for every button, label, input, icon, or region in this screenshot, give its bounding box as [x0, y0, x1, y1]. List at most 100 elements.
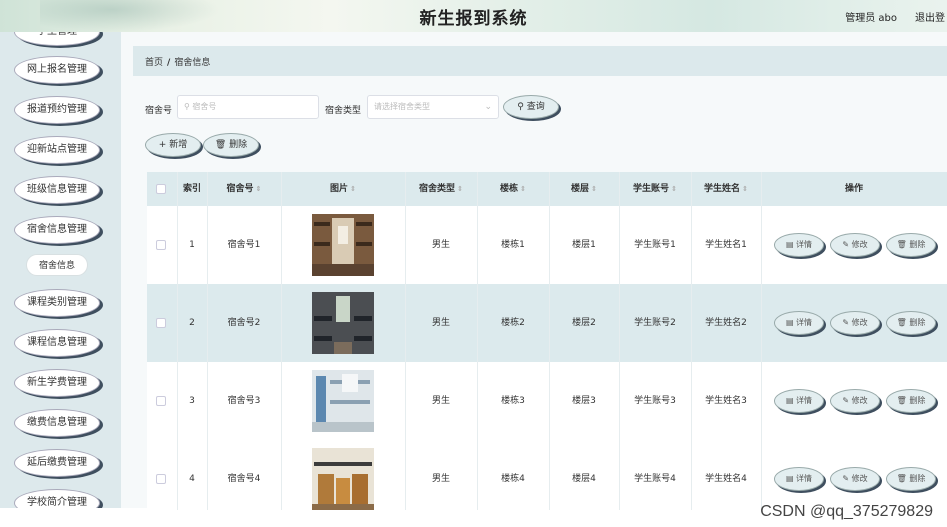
cell-account: 学生账号1	[634, 240, 676, 250]
sidebar-item-online-registration[interactable]: 网上报名管理	[14, 56, 100, 84]
sort-icon: ⇕	[350, 185, 356, 193]
detail-button[interactable]: ▤ 详情	[774, 389, 824, 413]
column-divider	[549, 172, 550, 510]
logout-button[interactable]: 退出登	[915, 9, 945, 24]
delete-button[interactable]: 🗑 删除	[886, 233, 936, 257]
sort-icon: ⇕	[457, 185, 463, 193]
document-icon: ▤	[785, 396, 794, 405]
room-type-label: 宿舍类型	[325, 106, 362, 116]
sidebar-item-course-info[interactable]: 课程信息管理	[14, 329, 100, 357]
sidebar-item-student[interactable]: 学生管理	[14, 32, 100, 46]
sidebar-item-appointment[interactable]: 报道预约管理	[14, 96, 100, 124]
breadcrumb-home[interactable]: 首页	[145, 58, 163, 68]
sidebar-item-payment[interactable]: 缴费信息管理	[14, 409, 100, 437]
cell-building: 楼栋4	[501, 474, 525, 484]
detail-button[interactable]: ▤ 详情	[774, 311, 824, 335]
col-floor[interactable]: 楼层 ⇕	[549, 172, 619, 206]
trash-icon: 🗑	[214, 140, 227, 150]
col-building[interactable]: 楼栋 ⇕	[477, 172, 549, 206]
detail-button[interactable]: ▤ 详情	[774, 233, 824, 257]
room-number-input[interactable]: ⚲ 宿舍号	[177, 95, 319, 119]
pencil-icon: ✎	[842, 240, 850, 249]
room-number-label: 宿舍号	[145, 106, 173, 116]
dorm-photo[interactable]	[312, 448, 374, 510]
cell-floor: 楼层4	[572, 474, 596, 484]
dorm-photo[interactable]	[312, 214, 374, 276]
cell-floor: 楼层1	[572, 240, 596, 250]
column-divider	[405, 172, 406, 510]
table-row: 1 宿舍号1 男生 楼栋1 楼层1 学生账号1 学生姓名1 ▤ 详情 ✎ 修改 …	[147, 206, 947, 284]
sidebar-item-school-intro[interactable]: 学校简介管理	[14, 489, 100, 508]
cell-room: 宿舍号1	[227, 240, 261, 250]
cell-name: 学生姓名3	[705, 396, 747, 406]
sidebar: 学生管理 网上报名管理 报道预约管理 迎新站点管理 班级信息管理 宿舍信息管理 …	[0, 32, 121, 508]
dorm-photo[interactable]	[312, 292, 374, 354]
table-row: 3 宿舍号3 男生 楼栋3 楼层3 学生账号3 学生姓名3 ▤ 详情 ✎ 修改 …	[147, 362, 947, 440]
table-header: 索引 宿舍号 ⇕ 图片 ⇕ 宿舍类型 ⇕ 楼栋 ⇕ 楼层 ⇕ 学生账号 ⇕ 学生姓名 ⇕ 操作	[147, 172, 947, 206]
col-photo[interactable]: 图片 ⇕	[281, 172, 405, 206]
cell-type: 男生	[431, 240, 450, 250]
edit-button[interactable]: ✎ 修改	[830, 467, 880, 491]
batch-delete-button[interactable]: 🗑 删除	[203, 133, 259, 157]
sort-icon: ⇕	[591, 185, 597, 193]
cell-room: 宿舍号3	[227, 396, 261, 406]
current-user: 管理员 abo	[845, 13, 897, 24]
delete-button[interactable]: 🗑 删除	[886, 389, 936, 413]
column-divider	[691, 172, 692, 510]
edit-button[interactable]: ✎ 修改	[830, 389, 880, 413]
table-row: 4 宿舍号4 男生 楼栋4 楼层4 学生账号4 学生姓名4 ▤ 详情 ✎ 修改 …	[147, 440, 947, 510]
cell-name: 学生姓名2	[705, 318, 747, 328]
cell-building: 楼栋3	[501, 396, 525, 406]
cell-type: 男生	[431, 474, 450, 484]
sidebar-subitem-dorm-info[interactable]: 宿舍信息	[26, 254, 88, 276]
col-name[interactable]: 学生姓名 ⇕	[691, 172, 761, 206]
sidebar-item-class[interactable]: 班级信息管理	[14, 176, 100, 204]
cell-floor: 楼层3	[572, 396, 596, 406]
detail-button[interactable]: ▤ 详情	[774, 467, 824, 491]
sidebar-item-tuition[interactable]: 新生学费管理	[14, 369, 100, 397]
query-button[interactable]: ⚲ 查询	[503, 95, 559, 119]
row-checkbox[interactable]	[156, 396, 166, 406]
cell-room: 宿舍号2	[227, 318, 261, 328]
trash-icon: 🗑	[896, 318, 907, 327]
trash-icon: 🗑	[896, 240, 907, 249]
col-room[interactable]: 宿舍号 ⇕	[207, 172, 281, 206]
cell-building: 楼栋2	[501, 318, 525, 328]
sidebar-item-deferred-payment[interactable]: 延后缴费管理	[14, 449, 100, 477]
search-row: 宿舍号 ⚲ 宿舍号 宿舍类型 请选择宿舍类型 ⌄ ⚲ 查询	[121, 94, 947, 122]
cell-type: 男生	[431, 396, 450, 406]
col-type[interactable]: 宿舍类型 ⇕	[405, 172, 477, 206]
dorm-photo[interactable]	[312, 370, 374, 432]
edit-button[interactable]: ✎ 修改	[830, 311, 880, 335]
room-type-select[interactable]: 请选择宿舍类型 ⌄	[367, 95, 499, 119]
cell-name: 学生姓名4	[705, 474, 747, 484]
cell-account: 学生账号3	[634, 396, 676, 406]
sidebar-item-course-category[interactable]: 课程类别管理	[14, 289, 100, 317]
cell-index: 3	[189, 396, 195, 406]
main-content: 首页 / 宿舍信息 宿舍号 ⚲ 宿舍号 宿舍类型 请选择宿舍类型 ⌄ ⚲ 查询 + …	[121, 32, 947, 510]
row-checkbox[interactable]	[156, 240, 166, 250]
cell-floor: 楼层2	[572, 318, 596, 328]
chevron-down-icon: ⌄	[484, 102, 492, 112]
sidebar-item-station[interactable]: 迎新站点管理	[14, 136, 100, 164]
col-account[interactable]: 学生账号 ⇕	[619, 172, 691, 206]
cell-photo	[281, 206, 405, 284]
delete-button[interactable]: 🗑 删除	[886, 311, 936, 335]
add-button[interactable]: + 新增	[145, 133, 201, 157]
row-checkbox[interactable]	[156, 318, 166, 328]
sidebar-item-dorm[interactable]: 宿舍信息管理	[14, 216, 100, 244]
breadcrumb: 首页 / 宿舍信息	[145, 55, 210, 68]
edit-button[interactable]: ✎ 修改	[830, 233, 880, 257]
row-checkbox[interactable]	[156, 474, 166, 484]
column-divider	[207, 172, 208, 510]
select-all-checkbox[interactable]	[156, 184, 166, 194]
column-divider	[281, 172, 282, 510]
sort-icon: ⇕	[671, 185, 677, 193]
delete-button[interactable]: 🗑 删除	[886, 467, 936, 491]
sort-icon: ⇕	[742, 185, 748, 193]
pencil-icon: ✎	[842, 474, 850, 483]
column-divider	[761, 172, 762, 510]
trash-icon: 🗑	[896, 474, 907, 483]
document-icon: ▤	[785, 474, 794, 483]
top-header: 新生报到系统 管理员 abo 退出登	[0, 0, 947, 32]
